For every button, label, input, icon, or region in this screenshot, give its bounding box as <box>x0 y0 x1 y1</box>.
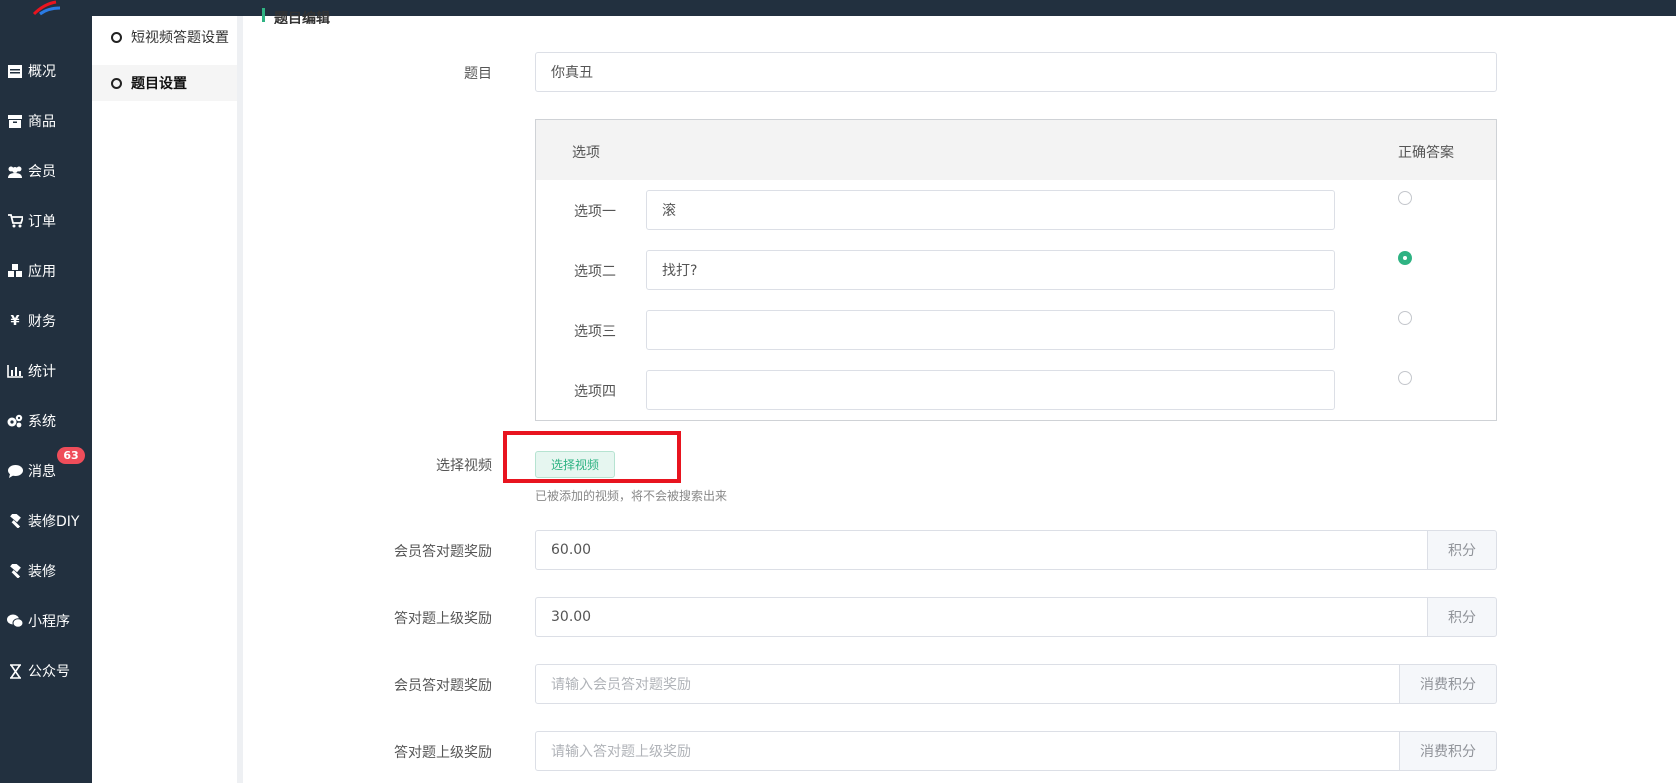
option-input[interactable] <box>646 370 1335 410</box>
sidebar-item-orders[interactable]: 订单 <box>0 206 92 236</box>
video-label: 选择视频 <box>436 458 492 474</box>
reward-unit-addon: 消费积分 <box>1400 731 1497 771</box>
select-video-button[interactable]: 选择视频 <box>535 451 615 478</box>
reward-label: 答对题上级奖励 <box>394 611 492 627</box>
logo-icon[interactable] <box>30 0 62 16</box>
comment-icon <box>7 463 23 479</box>
sidebar-item-apps[interactable]: 应用 <box>0 256 92 286</box>
sidebar-item-official-account[interactable]: 公众号 <box>0 656 92 686</box>
reward-unit-addon: 积分 <box>1428 597 1497 637</box>
sidebar-item-label: 会员 <box>28 164 56 180</box>
reward-unit-addon: 积分 <box>1428 530 1497 570</box>
sidebar-item-label: 装修 <box>28 564 56 580</box>
reward-label: 会员答对题奖励 <box>394 678 492 694</box>
cubes-icon <box>7 263 23 279</box>
option-label: 选项四 <box>574 384 616 400</box>
hammer-icon <box>7 513 23 529</box>
yen-icon: ¥ <box>10 313 20 329</box>
wechat-icon <box>7 613 23 629</box>
reward-unit-addon: 消费积分 <box>1400 664 1497 704</box>
hourglass-icon <box>7 663 23 679</box>
question-input[interactable]: 你真丑 <box>535 52 1497 92</box>
bar-chart-icon <box>7 363 23 379</box>
reward-label: 会员答对题奖励 <box>394 544 492 560</box>
gears-icon <box>7 413 23 429</box>
sidebar-item-label: 小程序 <box>28 614 70 630</box>
sidebar-item-stats[interactable]: 统计 <box>0 356 92 386</box>
correct-answer-radio[interactable] <box>1398 371 1412 385</box>
section-title: 题目编辑 <box>262 8 330 24</box>
subnav-item-question-settings[interactable]: 题目设置 <box>92 65 237 101</box>
option-label: 选项二 <box>574 264 616 280</box>
superior-reward-points-input[interactable]: 30.00 <box>535 597 1428 637</box>
superior-reward-consume-points-input[interactable]: 请输入答对题上级奖励 <box>535 731 1400 771</box>
sidebar-item-label: 订单 <box>28 214 56 230</box>
top-bar <box>0 0 1676 16</box>
archive-icon <box>7 113 23 129</box>
hammer-icon <box>7 563 23 579</box>
circle-icon <box>111 31 122 43</box>
sidebar-item-label: 公众号 <box>28 664 70 680</box>
sidebar-item-members[interactable]: 会员 <box>0 156 92 186</box>
sidebar-item-label: 概况 <box>28 64 56 80</box>
correct-answer-radio[interactable] <box>1398 191 1412 205</box>
circle-icon <box>111 77 122 89</box>
sidebar-item-system[interactable]: 系统 <box>0 406 92 436</box>
sidebar-item-label: 装修DIY <box>28 514 80 530</box>
sidebar-item-miniprogram[interactable]: 小程序 <box>0 606 92 636</box>
sidebar-item-label: 财务 <box>28 314 56 330</box>
option-input[interactable] <box>646 310 1335 350</box>
subnav-item-label: 题目设置 <box>131 76 187 92</box>
sidebar-item-label: 应用 <box>28 264 56 280</box>
correct-answer-radio[interactable] <box>1398 251 1412 265</box>
option-label: 选项一 <box>574 204 616 220</box>
option-input[interactable]: 找打? <box>646 250 1335 290</box>
sidebar-item-decoration[interactable]: 装修 <box>0 556 92 586</box>
sidebar-item-finance[interactable]: ¥ 财务 <box>0 306 92 336</box>
options-column-header: 选项 <box>572 145 600 161</box>
users-icon <box>7 163 23 179</box>
sidebar-item-label: 系统 <box>28 414 56 430</box>
options-table-header: 选项 正确答案 <box>536 120 1496 180</box>
option-input[interactable]: 滚 <box>646 190 1335 230</box>
sidebar-item-label: 消息 <box>28 464 56 480</box>
dashboard-icon <box>7 63 23 79</box>
subnav-item-label: 短视频答题设置 <box>131 30 229 46</box>
sidebar-item-overview[interactable]: 概况 <box>0 56 92 86</box>
message-count-badge: 63 <box>57 447 85 464</box>
member-reward-consume-points-input[interactable]: 请输入会员答对题奖励 <box>535 664 1400 704</box>
main-sidebar: 概况 商品 会员 订单 应用 ¥ 财务 统计 系统 消息 装修DIY 装修 小程… <box>0 16 92 783</box>
correct-answer-radio[interactable] <box>1398 311 1412 325</box>
video-hint: 已被添加的视频，将不会被搜索出来 <box>535 489 728 503</box>
correct-answer-column-header: 正确答案 <box>1398 145 1454 161</box>
reward-label: 答对题上级奖励 <box>394 745 492 761</box>
sidebar-item-goods[interactable]: 商品 <box>0 106 92 136</box>
member-reward-points-input[interactable]: 60.00 <box>535 530 1428 570</box>
subnav-item-video-quiz-settings[interactable]: 短视频答题设置 <box>92 19 237 55</box>
option-label: 选项三 <box>574 324 616 340</box>
sidebar-item-label: 商品 <box>28 114 56 130</box>
sidebar-item-decoration-diy[interactable]: 装修DIY <box>0 506 92 536</box>
options-table: 选项 正确答案 选项一 滚 选项二 找打? 选项三 选项四 <box>535 119 1497 421</box>
cart-icon <box>7 213 23 229</box>
question-label: 题目 <box>464 66 492 82</box>
sub-sidebar: 短视频答题设置 题目设置 <box>92 16 243 783</box>
sidebar-item-label: 统计 <box>28 364 56 380</box>
